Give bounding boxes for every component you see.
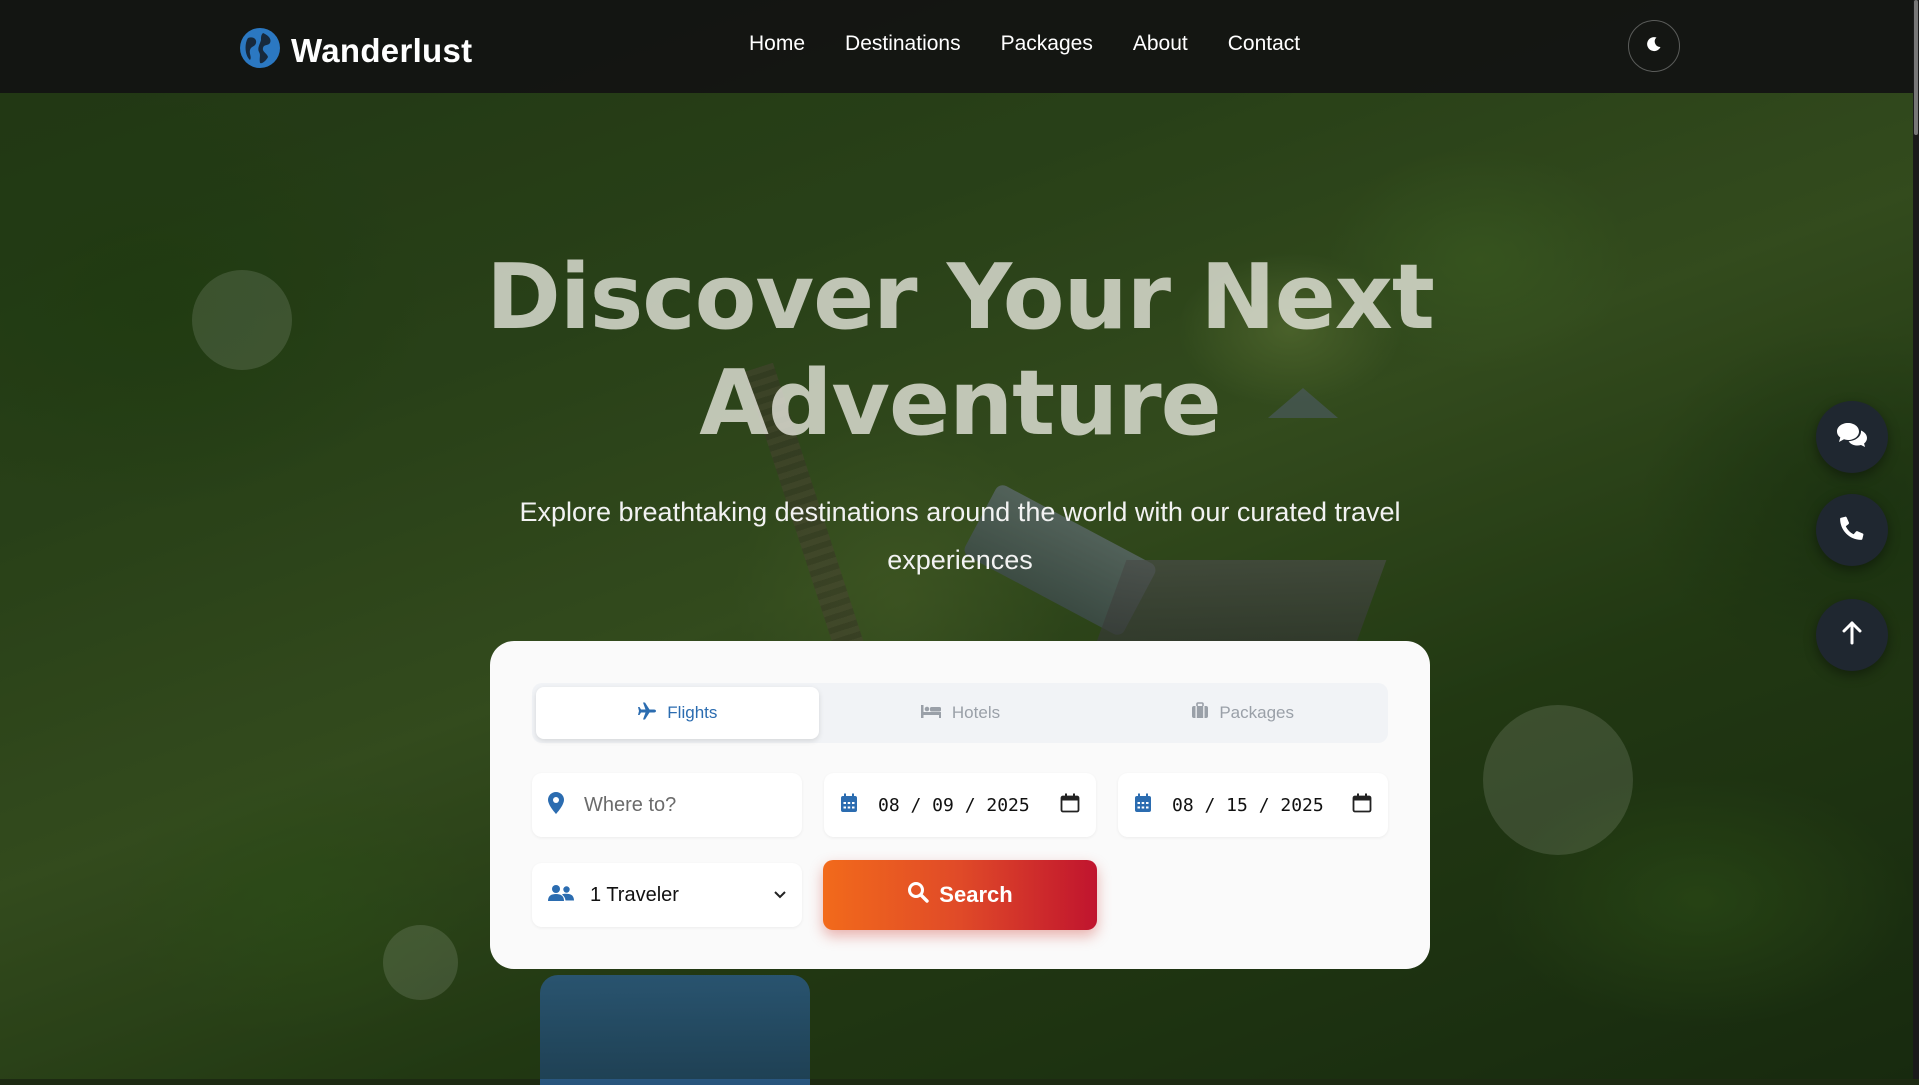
destination-field[interactable] — [532, 773, 802, 837]
main-nav: Home Destinations Packages About Contact — [749, 32, 1300, 56]
theme-toggle-button[interactable] — [1628, 20, 1680, 72]
decorative-bubble — [1483, 705, 1633, 855]
calendar-icon — [1134, 793, 1152, 818]
tab-packages[interactable]: Packages — [1101, 687, 1384, 739]
decorative-bubble — [192, 270, 292, 370]
scroll-to-top-button[interactable] — [1816, 599, 1888, 671]
hero-title: Discover Your Next Adventure — [400, 245, 1520, 457]
top-navbar: Wanderlust Home Destinations Packages Ab… — [0, 0, 1919, 93]
hero-title-line-2: Adventure — [699, 351, 1221, 456]
checkin-date-field[interactable]: 08 / 09 / 2025 — [824, 773, 1096, 837]
checkout-date-value: 08 / 15 / 2025 — [1172, 794, 1324, 816]
suitcase-icon — [1191, 702, 1209, 724]
calendar-icon — [840, 793, 858, 818]
nav-link-about[interactable]: About — [1133, 32, 1188, 56]
brand-logo[interactable]: Wanderlust — [239, 27, 472, 74]
nav-link-packages[interactable]: Packages — [1001, 32, 1093, 56]
plane-icon — [637, 702, 657, 725]
nav-link-home[interactable]: Home — [749, 32, 805, 56]
tab-hotels-label: Hotels — [951, 703, 1001, 722]
globe-icon — [239, 27, 281, 74]
checkin-date-value: 08 / 09 / 2025 — [878, 794, 1030, 816]
call-button[interactable] — [1816, 494, 1888, 566]
calendar-picker-icon[interactable] — [1352, 793, 1372, 818]
search-button[interactable]: Search — [823, 860, 1097, 930]
map-pin-icon — [548, 791, 564, 819]
search-icon — [907, 881, 929, 909]
search-tabs: Flights Hotels Packages — [532, 683, 1388, 743]
travelers-select[interactable]: 1 Traveler — [532, 863, 802, 927]
decorative-bubble — [383, 925, 458, 1000]
tab-hotels[interactable]: Hotels — [819, 687, 1102, 739]
users-icon — [548, 884, 574, 907]
phone-icon — [1840, 516, 1864, 545]
tab-flights-label: Flights — [667, 703, 718, 722]
tab-flights[interactable]: Flights — [536, 687, 819, 739]
search-button-label: Search — [939, 882, 1013, 907]
bed-icon — [920, 703, 942, 724]
page-scrollbar[interactable] — [1913, 0, 1919, 1079]
nav-link-contact[interactable]: Contact — [1228, 32, 1300, 56]
brand-name: Wanderlust — [291, 31, 473, 69]
chevron-down-icon — [774, 886, 786, 904]
search-card: Flights Hotels Packages 08 / 09 / 2025 — [490, 641, 1430, 969]
checkout-date-field[interactable]: 08 / 15 / 2025 — [1118, 773, 1388, 837]
chat-bubbles-icon — [1836, 422, 1868, 453]
moon-icon — [1646, 36, 1662, 57]
destination-input[interactable] — [582, 792, 786, 818]
chat-button[interactable] — [1816, 401, 1888, 473]
hero-subtitle: Explore breathtaking destinations around… — [519, 497, 1401, 575]
tab-packages-label: Packages — [1219, 703, 1295, 722]
travelers-value: 1 Traveler — [590, 883, 679, 906]
scrollbar-thumb[interactable] — [1914, 0, 1918, 135]
arrow-up-icon — [1842, 621, 1862, 650]
nav-link-destinations[interactable]: Destinations — [845, 32, 961, 56]
calendar-picker-icon[interactable] — [1060, 793, 1080, 818]
hero-title-line-1: Discover Your Next — [486, 245, 1435, 350]
